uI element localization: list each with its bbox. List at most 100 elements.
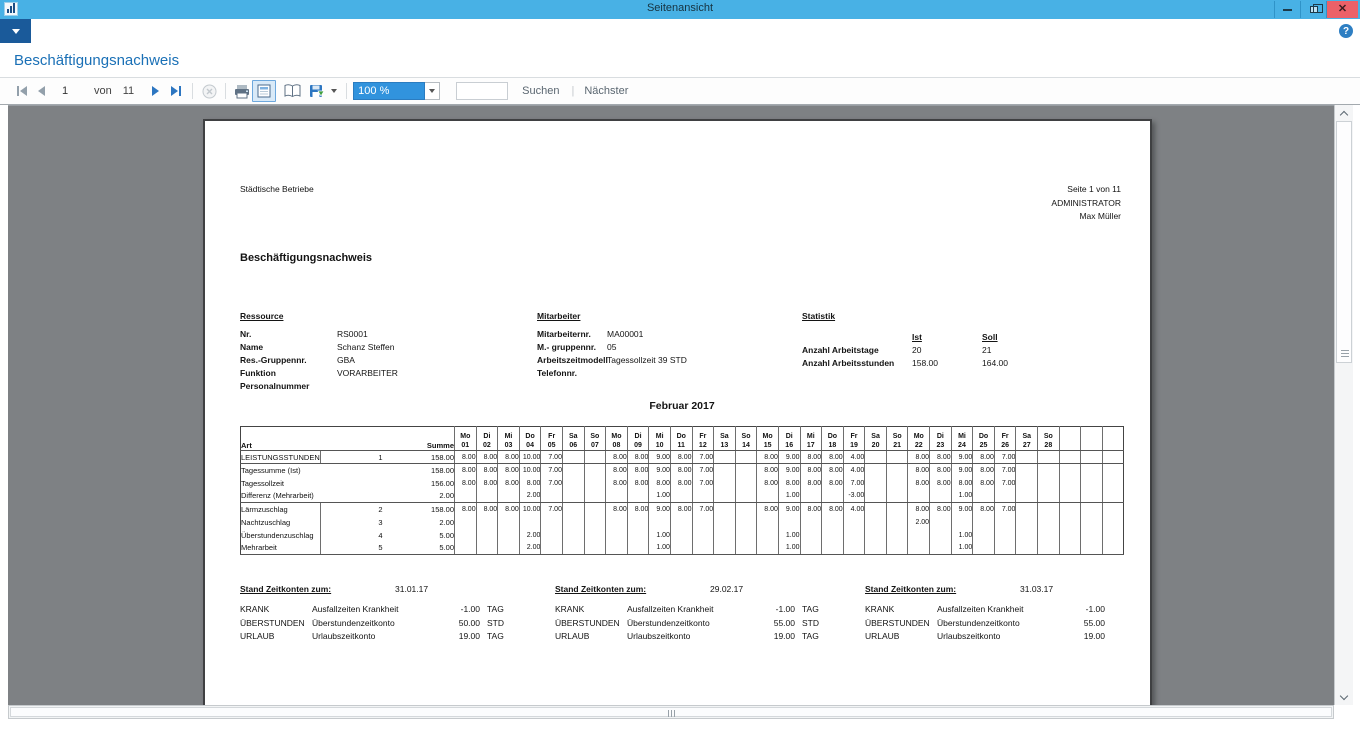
horizontal-scroll-thumb[interactable] — [10, 707, 1332, 717]
export-dropdown-caret[interactable] — [328, 82, 340, 100]
menu-strip: ? — [0, 19, 1360, 43]
day-number: 20 — [865, 441, 886, 450]
day-cell — [1038, 477, 1060, 490]
day-number: 11 — [671, 441, 692, 450]
day-cell: 7.00 — [541, 477, 563, 490]
find-button[interactable]: Suchen — [522, 85, 559, 97]
day-cell: 8.00 — [476, 451, 498, 464]
scroll-up-button[interactable] — [1335, 105, 1353, 121]
close-button[interactable]: ✕ — [1326, 1, 1358, 18]
day-cell: 8.00 — [757, 464, 779, 477]
account-code: ÜBERSTUNDEN — [240, 617, 312, 631]
day-cell — [670, 516, 692, 529]
day-cell — [886, 542, 908, 555]
day-cell: 8.00 — [778, 477, 800, 490]
time-account-row: URLAUBUrlaubszeitkonto19.00TAG — [555, 630, 845, 644]
col-ist: Ist — [912, 330, 982, 344]
day-cell — [1016, 529, 1038, 542]
field-label: Telefonnr. — [537, 367, 607, 380]
total-pages-label: 11 — [123, 85, 134, 97]
restore-icon — [1310, 6, 1318, 13]
day-cell: 8.00 — [670, 451, 692, 464]
last-page-button[interactable] — [166, 82, 186, 100]
day-cell: 8.00 — [973, 464, 995, 477]
time-account-rows: KRANKAusfallzeiten Krankheit-1.00ÜBERSTU… — [865, 603, 1155, 644]
field-value: GBA — [337, 354, 520, 367]
day-cell — [714, 529, 736, 542]
day-cell — [865, 477, 887, 490]
day-weekday: Di — [477, 432, 498, 441]
timesheet-table-wrap: ArtSummeMo01Di02Mi03Do04Fr05Sa06So07Mo08… — [240, 426, 1124, 555]
print-button[interactable] — [232, 82, 252, 100]
search-input[interactable] — [456, 82, 508, 100]
day-cell: 8.00 — [908, 477, 930, 490]
vertical-scroll-thumb[interactable] — [1336, 121, 1352, 363]
day-weekday: Do — [973, 432, 994, 441]
horizontal-scrollbar[interactable] — [8, 705, 1334, 719]
time-account-rows: KRANKAusfallzeiten Krankheit-1.00TAGÜBER… — [240, 603, 530, 644]
day-header: Mi03 — [498, 427, 520, 451]
find-next-button[interactable]: Nächster — [584, 85, 628, 97]
day-cell — [562, 490, 584, 503]
account-description: Ausfallzeiten Krankheit — [627, 603, 755, 617]
day-cell: 1.00 — [951, 529, 973, 542]
day-cell — [714, 451, 736, 464]
day-number: 28 — [1038, 441, 1059, 450]
timesheet-row: Tagessollzeit156.008.008.008.008.007.008… — [241, 477, 1124, 490]
day-cell — [1102, 477, 1124, 490]
day-cell — [1102, 542, 1124, 555]
day-cell — [1102, 503, 1124, 516]
field-label: M.- gruppennr. — [537, 341, 607, 354]
day-weekday: Fr — [844, 432, 865, 441]
previous-page-button[interactable] — [32, 82, 52, 100]
stop-rendering-button[interactable] — [199, 82, 219, 100]
day-weekday: Sa — [865, 432, 886, 441]
day-cell — [670, 542, 692, 555]
day-cell — [498, 490, 520, 503]
day-cell — [1016, 464, 1038, 477]
actions-dropdown-button[interactable] — [0, 19, 31, 43]
page-number-input[interactable] — [52, 83, 78, 99]
day-cell: 7.00 — [843, 477, 865, 490]
time-account-row: KRANKAusfallzeiten Krankheit-1.00TAG — [240, 603, 530, 617]
scroll-down-button[interactable] — [1335, 689, 1353, 705]
page-setup-button[interactable] — [282, 82, 302, 100]
col-soll: Soll — [982, 330, 1052, 344]
day-cell — [886, 451, 908, 464]
day-cell: 8.00 — [908, 464, 930, 477]
time-account-row: URLAUBUrlaubszeitkonto19.00 — [865, 630, 1155, 644]
day-cell: 1.00 — [649, 490, 671, 503]
account-code: URLAUB — [865, 630, 937, 644]
day-cell: 8.00 — [908, 503, 930, 516]
day-cell: 9.00 — [649, 464, 671, 477]
help-icon[interactable]: ? — [1339, 24, 1353, 38]
day-number: 10 — [649, 441, 670, 450]
day-cell — [1016, 477, 1038, 490]
vertical-scrollbar[interactable] — [1334, 105, 1353, 705]
day-header: Di02 — [476, 427, 498, 451]
zoom-combobox[interactable]: 100 % — [353, 82, 425, 100]
day-weekday: Di — [779, 432, 800, 441]
day-cell — [735, 516, 757, 529]
account-description: Ausfallzeiten Krankheit — [312, 603, 440, 617]
day-cell — [735, 542, 757, 555]
day-cell — [584, 516, 606, 529]
minimize-button[interactable] — [1274, 1, 1300, 18]
export-button[interactable] — [306, 82, 326, 100]
zoom-dropdown-button[interactable] — [425, 82, 440, 100]
next-page-button[interactable] — [146, 82, 166, 100]
day-cell — [519, 516, 541, 529]
day-cell — [541, 529, 563, 542]
field-value: VORARBEITER — [337, 367, 520, 380]
day-cell: 7.00 — [994, 503, 1016, 516]
day-cell — [649, 516, 671, 529]
account-unit — [1105, 630, 1135, 644]
day-cell — [865, 516, 887, 529]
restore-button[interactable] — [1300, 1, 1326, 18]
field-row: Res.-Gruppennr.GBA — [240, 354, 520, 367]
day-number: 06 — [563, 441, 584, 450]
time-account-row: KRANKAusfallzeiten Krankheit-1.00 — [865, 603, 1155, 617]
toolbar-separator: | — [571, 85, 574, 97]
print-layout-toggle-button[interactable] — [252, 80, 276, 102]
first-page-button[interactable] — [12, 82, 32, 100]
